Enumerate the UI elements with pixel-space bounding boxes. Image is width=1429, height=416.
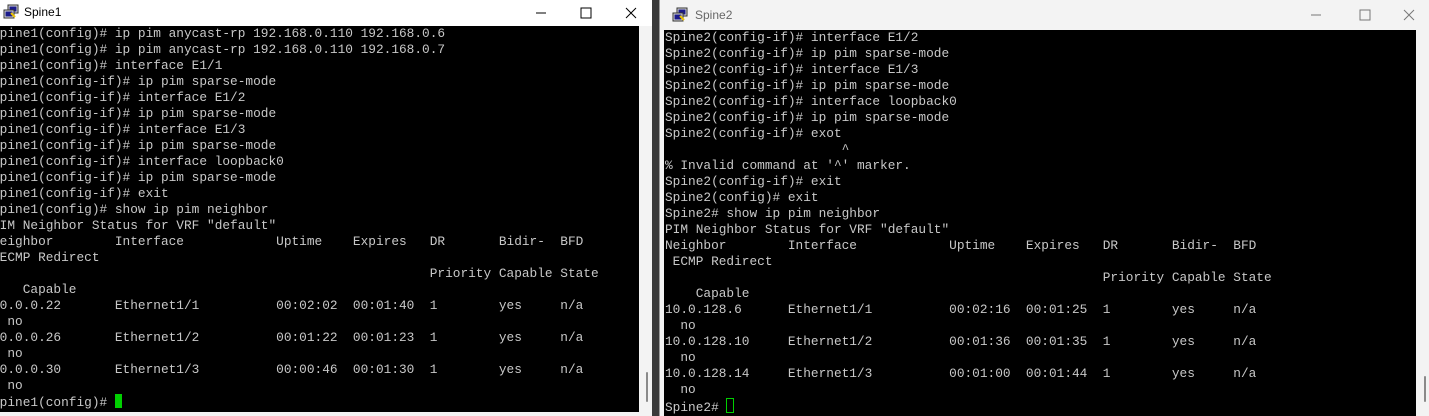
terminal-line: ^ [665, 142, 850, 157]
terminal-line: Spine2(config)# exit [665, 190, 819, 205]
terminal-line: Spine2# show ip pim neighbor [665, 206, 881, 221]
vertical-scrollbar[interactable] [639, 26, 652, 412]
terminal-line: Spine2(config-if)# ip pim sparse-mode [665, 78, 950, 93]
terminal-line: 10.0.0.26 Ethernet1/2 00:01:22 00:01:23 … [0, 330, 584, 345]
maximize-button[interactable] [1342, 0, 1388, 30]
horizontal-scrollbar[interactable] [0, 412, 639, 416]
text-cursor [114, 394, 122, 408]
terminal-line: Spine1(config-if)# ip pim sparse-mode [0, 138, 277, 153]
terminal-line: Spine2(config-if)# interface E1/2 [665, 30, 919, 45]
terminal-line: Spine1(config-if)# interface E1/3 [0, 122, 246, 137]
terminal-line: Spine2(config-if)# ip pim sparse-mode [665, 46, 950, 61]
window-title: Spine2 [695, 8, 733, 22]
vertical-scrollbar[interactable] [1416, 30, 1429, 416]
terminal-line: Spine1(config)# show ip pim neighbor [0, 202, 269, 217]
terminal-line: Neighbor Interface Uptime Expires DR Bid… [665, 238, 1257, 253]
terminal-line: Spine1(config-if)# ip pim sparse-mode [0, 74, 277, 89]
terminal-line: PIM Neighbor Status for VRF "default" [0, 218, 277, 233]
prompt-text: Spine2# [665, 400, 727, 415]
terminal-line: no [665, 350, 696, 365]
terminal-line: Spine1(config-if)# ip pim sparse-mode [0, 170, 277, 185]
terminal-line: Neighbor Interface Uptime Expires DR Bid… [0, 234, 584, 249]
scrollbar-thumb[interactable] [1424, 376, 1426, 402]
terminal-line: Spine2(config-if)# interface E1/3 [665, 62, 919, 77]
terminal-line: Spine2(config-if)# exit [665, 174, 842, 189]
terminal-line: Spine2(config-if)# interface loopback0 [665, 94, 957, 109]
command-prompt[interactable]: Spine2# [665, 398, 1272, 415]
terminal-line: Priority Capable State [0, 266, 599, 281]
close-button[interactable] [608, 0, 652, 26]
scrollbar-thumb[interactable] [646, 372, 648, 402]
terminal-line: 10.0.0.30 Ethernet1/3 00:00:46 00:01:30 … [0, 362, 584, 377]
command-prompt[interactable]: Spine1(config)# [0, 394, 599, 410]
putty-icon[interactable] [672, 7, 688, 23]
terminal-line: Spine1(config)# ip pim anycast-rp 192.16… [0, 42, 446, 57]
minimize-button[interactable] [518, 0, 564, 26]
desktop-gap [652, 0, 659, 416]
text-cursor [726, 398, 735, 413]
terminal-line: Spine1(config-if)# ip pim sparse-mode [0, 106, 277, 121]
terminal-line: ECMP Redirect [665, 254, 773, 269]
terminal-line: Spine1(config-if)# exit [0, 186, 169, 201]
terminal-line: ECMP Redirect [0, 250, 100, 265]
terminal-line: 10.0.128.14 Ethernet1/3 00:01:00 00:01:4… [665, 366, 1257, 381]
terminal-line: Priority Capable State [665, 270, 1272, 285]
terminal-line: 10.0.128.6 Ethernet1/1 00:02:16 00:01:25… [665, 302, 1257, 317]
terminal-line: no [665, 382, 696, 397]
terminal-line: no [665, 318, 696, 333]
terminal-output[interactable]: Spine2(config-if)# interface E1/2 Spine2(… [664, 30, 1416, 416]
maximize-button[interactable] [563, 0, 609, 26]
window-title: Spine1 [24, 5, 62, 19]
terminal-line: Spine1(config-if)# interface loopback0 [0, 154, 284, 169]
terminal-line: Spine1(config)# ip pim anycast-rp 192.16… [0, 26, 446, 41]
terminal-line: % Invalid command at '^' marker. [665, 158, 911, 173]
terminal-line: PIM Neighbor Status for VRF "default" [665, 222, 950, 237]
terminal-line: 10.0.128.10 Ethernet1/2 00:01:36 00:01:3… [665, 334, 1257, 349]
prompt-text: Spine1(config)# [0, 395, 115, 410]
terminal-line: no [7, 346, 23, 361]
spine1-window: Spine1 Spine1(config)# ip pim anycast-rp… [0, 0, 652, 416]
terminal-line: Capable [665, 286, 750, 301]
terminal-line: Spine1(config)# interface E1/1 [0, 58, 223, 73]
spine2-titlebar[interactable]: Spine2 [660, 0, 1429, 30]
putty-icon[interactable] [3, 4, 19, 20]
close-button[interactable] [1386, 0, 1429, 30]
terminal-line: Capable [0, 282, 77, 297]
minimize-button[interactable] [1293, 0, 1339, 30]
terminal-output[interactable]: Spine1(config)# ip pim anycast-rp 192.16… [0, 26, 639, 412]
spine2-window: Spine2 Spine2(config-if)# interface E1/2… [659, 0, 1429, 416]
terminal-line: Spine2(config-if)# exot [665, 126, 842, 141]
spine1-titlebar[interactable]: Spine1 [0, 0, 652, 26]
terminal-line: no [7, 314, 23, 329]
terminal-line: 10.0.0.22 Ethernet1/1 00:02:02 00:01:40 … [0, 298, 584, 313]
terminal-line: Spine1(config-if)# interface E1/2 [0, 90, 246, 105]
terminal-line: Spine2(config-if)# ip pim sparse-mode [665, 110, 950, 125]
terminal-line: no [7, 378, 23, 393]
